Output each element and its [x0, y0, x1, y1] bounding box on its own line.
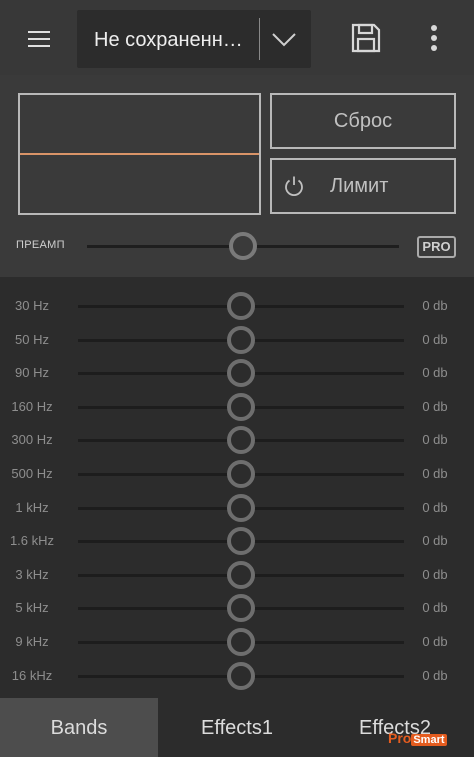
prosmart-watermark: Pro Smart: [388, 729, 447, 747]
band-gain-value: 0 db: [422, 499, 448, 515]
band-frequency-label: 50 Hz: [15, 331, 49, 347]
band-slider-knob[interactable]: [227, 392, 255, 421]
preamp-label: ПРЕАМП: [16, 239, 65, 251]
band-frequency-label: 16 kHz: [11, 667, 53, 683]
band-row: 300 Hz 0 db: [0, 423, 474, 457]
more-vertical-icon[interactable]: [420, 20, 448, 56]
band-frequency-label: 90 Hz: [15, 365, 49, 381]
tab-effects2[interactable]: Effects2: [316, 698, 474, 757]
band-row: 3 kHz 0 db: [0, 558, 474, 592]
band-gain-value: 0 db: [422, 298, 448, 313]
eq-curve-line: [20, 153, 259, 155]
band-slider-knob[interactable]: [227, 359, 255, 388]
band-row: 16 kHz 0 db: [0, 659, 474, 693]
band-gain-value: 0 db: [422, 667, 448, 683]
pro-badge[interactable]: PRO: [417, 236, 456, 258]
band-row: 30 Hz 0 db: [0, 289, 474, 323]
band-slider-knob[interactable]: [227, 661, 255, 690]
band-slider-knob[interactable]: [227, 560, 255, 589]
band-frequency-label: 5 kHz: [15, 600, 49, 616]
eq-control-panel: Сброс Лимит ПРЕАМП PRO: [0, 75, 474, 277]
band-row: 9 kHz 0 db: [0, 625, 474, 659]
bottom-tab-bar: Bands Effects1 Effects2: [0, 698, 474, 757]
band-slider-knob[interactable]: [227, 527, 255, 556]
floppy-disk-icon[interactable]: [350, 22, 382, 54]
band-gain-value: 0 db: [422, 432, 448, 448]
band-frequency-label: 30 Hz: [15, 298, 49, 313]
reset-button[interactable]: Сброс: [270, 93, 456, 149]
reset-label: Сброс: [333, 110, 393, 132]
band-gain-value: 0 db: [422, 365, 448, 381]
watermark-part1: Pro: [388, 730, 412, 746]
band-row: 160 Hz 0 db: [0, 390, 474, 424]
band-row: 1 kHz 0 db: [0, 491, 474, 525]
band-slider-knob[interactable]: [227, 460, 255, 488]
band-slider-knob[interactable]: [227, 292, 255, 320]
band-gain-value: 0 db: [422, 600, 448, 616]
band-frequency-label: 160 Hz: [11, 398, 53, 414]
limit-button[interactable]: Лимит: [270, 158, 456, 214]
hamburger-menu-icon[interactable]: [22, 26, 58, 52]
band-slider-list: 30 Hz 0 db 50 Hz 0 db 90 Hz 0 db 160 Hz 0 db 300…: [0, 277, 474, 698]
band-row: 90 Hz 0 db: [0, 356, 474, 390]
band-frequency-label: 1 kHz: [15, 499, 49, 515]
tab-effects1[interactable]: Effects1: [158, 698, 316, 757]
top-app-bar: Не сохраненн…: [0, 0, 474, 75]
band-row: 5 kHz 0 db: [0, 591, 474, 625]
band-gain-value: 0 db: [422, 566, 448, 582]
band-gain-value: 0 db: [422, 533, 448, 549]
power-icon: [285, 176, 303, 197]
band-frequency-label: 1.6 kHz: [9, 533, 55, 549]
preset-dropdown[interactable]: Не сохраненн…: [77, 10, 311, 68]
band-slider-knob[interactable]: [227, 628, 255, 656]
band-row: 50 Hz 0 db: [0, 323, 474, 357]
band-frequency-label: 300 Hz: [11, 432, 53, 448]
dropdown-divider: [259, 18, 260, 60]
band-slider-knob[interactable]: [227, 426, 255, 455]
band-slider-knob[interactable]: [227, 325, 255, 354]
watermark-part2: Smart: [411, 734, 447, 746]
band-frequency-label: 3 kHz: [15, 566, 49, 582]
eq-curve-graph: [18, 93, 261, 215]
band-slider-knob[interactable]: [227, 594, 255, 623]
tab-bands[interactable]: Bands: [0, 698, 158, 757]
chevron-down-icon: [272, 33, 296, 47]
band-slider-knob[interactable]: [227, 493, 255, 522]
band-frequency-label: 500 Hz: [11, 466, 53, 481]
limit-label: Лимит: [330, 175, 389, 197]
band-row: 1.6 kHz 0 db: [0, 524, 474, 558]
band-row: 500 Hz 0 db: [0, 457, 474, 491]
band-gain-value: 0 db: [422, 634, 448, 649]
band-gain-value: 0 db: [422, 331, 448, 347]
preamp-slider-knob[interactable]: [229, 232, 257, 260]
band-gain-value: 0 db: [422, 398, 448, 414]
preset-name: Не сохраненн…: [94, 29, 243, 51]
band-frequency-label: 9 kHz: [15, 634, 49, 649]
band-gain-value: 0 db: [422, 466, 448, 481]
